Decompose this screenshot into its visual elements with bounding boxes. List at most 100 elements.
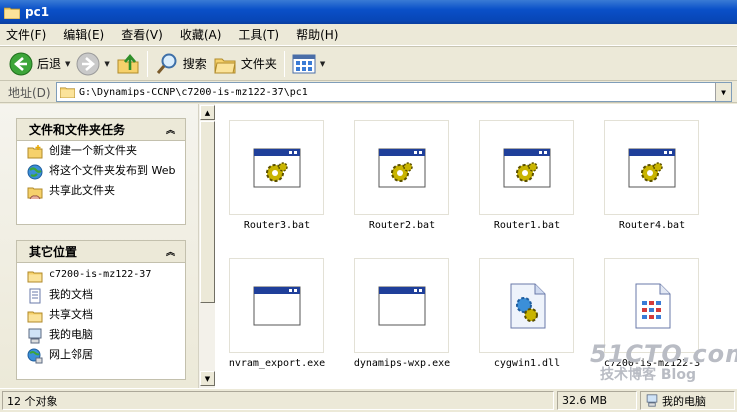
scroll-up-button[interactable]: ▲ <box>200 105 215 120</box>
back-arrow-icon <box>9 52 33 75</box>
chevron-down-icon[interactable]: ▼ <box>104 60 109 68</box>
chevron-down-icon: ▼ <box>204 374 211 383</box>
folder-icon <box>27 271 43 283</box>
share-folder-icon <box>27 187 43 200</box>
batch-file-icon <box>628 148 675 187</box>
file-list: Router3.bat Router2.bat Router1.bat Rout… <box>215 104 737 388</box>
menu-bar: 文件(F) 编辑(E) 查看(V) 收藏(A) 工具(T) 帮助(H) <box>0 24 737 46</box>
task-publish-web[interactable]: 将这个文件夹发布到 Web <box>17 161 185 181</box>
batch-file-icon <box>503 148 550 187</box>
publish-web-icon <box>27 164 43 180</box>
address-input[interactable]: G:\Dynamips-CCNP\c7200-is-mz122-37\pc1 ▼ <box>56 82 732 102</box>
folders-icon <box>214 58 236 73</box>
task-share-folder-label: 共享此文件夹 <box>49 184 115 197</box>
my-computer-icon <box>28 328 42 344</box>
left-pane-scrollbar[interactable]: ▲ ▼ <box>198 104 215 388</box>
file-thumbnail <box>479 258 574 353</box>
file-tasks-panel: 文件和文件夹任务 ︽ 创建一个新文件夹 将这个文件夹发布到 Web 共享此文件夹 <box>16 118 186 225</box>
place-shared-documents[interactable]: 共享文档 <box>17 305 185 325</box>
menu-view[interactable]: 查看(V) <box>121 26 163 43</box>
status-size-text: 32.6 MB <box>562 394 608 407</box>
file-thumbnail <box>604 258 699 353</box>
search-button[interactable]: 搜索 <box>152 50 210 78</box>
task-pane: 文件和文件夹任务 ︽ 创建一个新文件夹 将这个文件夹发布到 Web 共享此文件夹 <box>0 104 198 388</box>
dll-file-icon <box>510 283 545 328</box>
file-item[interactable]: Router2.bat <box>340 104 460 231</box>
menu-edit[interactable]: 编辑(E) <box>63 26 104 43</box>
place-parent-label: c7200-is-mz122-37 <box>49 269 152 280</box>
toolbar-separator <box>146 50 148 77</box>
collapse-chevron-icon[interactable]: ︽ <box>166 245 175 258</box>
place-network-label: 网上邻居 <box>49 348 93 361</box>
file-item[interactable]: c7200-is-mz122-3 <box>590 242 710 369</box>
network-places-icon <box>27 348 43 364</box>
batch-file-icon <box>378 148 425 187</box>
file-thumbnail <box>604 120 699 215</box>
status-size: 32.6 MB <box>557 391 637 410</box>
place-my-computer-label: 我的电脑 <box>49 328 93 341</box>
file-thumbnail <box>354 120 449 215</box>
file-name: Router2.bat <box>368 220 436 231</box>
place-my-documents[interactable]: 我的文档 <box>17 285 185 305</box>
file-item[interactable]: nvram_export.exe <box>215 242 335 369</box>
place-network[interactable]: 网上邻居 <box>17 345 185 365</box>
status-location-text: 我的电脑 <box>662 394 706 408</box>
folder-icon <box>60 87 75 98</box>
views-button[interactable]: ▼ <box>289 50 328 78</box>
file-name: nvram_export.exe <box>228 358 326 369</box>
place-shared-documents-label: 共享文档 <box>49 308 93 321</box>
menu-help[interactable]: 帮助(H) <box>296 26 338 43</box>
folders-label: 文件夹 <box>240 57 277 71</box>
file-name: Router3.bat <box>243 220 311 231</box>
address-bar: 地址(D) G:\Dynamips-CCNP\c7200-is-mz122-37… <box>0 81 737 103</box>
file-item[interactable]: Router3.bat <box>215 104 335 231</box>
folder-icon <box>4 7 20 19</box>
scroll-down-button[interactable]: ▼ <box>200 371 215 386</box>
toolbar-separator <box>283 50 285 77</box>
file-thumbnail <box>229 120 324 215</box>
window-title: pc1 <box>25 5 50 19</box>
back-label: 后退 <box>37 57 62 71</box>
search-icon <box>156 53 177 74</box>
task-new-folder[interactable]: 创建一个新文件夹 <box>17 141 185 161</box>
forward-arrow-icon <box>76 52 100 75</box>
status-bar: 12 个对象 32.6 MB 我的电脑 <box>0 388 737 412</box>
scroll-thumb[interactable] <box>200 121 215 303</box>
file-item[interactable]: cygwin1.dll <box>465 242 585 369</box>
title-bar[interactable]: pc1 <box>0 0 737 24</box>
my-computer-icon <box>646 394 658 407</box>
chevron-down-icon[interactable]: ▼ <box>65 60 70 68</box>
status-count-text: 12 个对象 <box>7 394 58 408</box>
search-label: 搜索 <box>182 57 207 71</box>
menu-file[interactable]: 文件(F) <box>6 26 46 43</box>
my-documents-icon <box>29 288 41 304</box>
chevron-down-icon[interactable]: ▼ <box>320 60 325 68</box>
new-folder-icon <box>27 145 43 159</box>
file-item[interactable]: dynamips-wxp.exe <box>340 242 460 369</box>
shared-documents-icon <box>27 311 43 323</box>
menu-tools[interactable]: 工具(T) <box>238 26 279 43</box>
place-my-computer[interactable]: 我的电脑 <box>17 325 185 345</box>
address-dropdown-button[interactable]: ▼ <box>715 83 731 101</box>
toolbar: 后退 ▼ ▼ 搜索 文件夹 ▼ <box>0 46 737 81</box>
file-name: cygwin1.dll <box>493 358 561 369</box>
chevron-down-icon: ▼ <box>721 87 726 97</box>
up-folder-button[interactable] <box>113 50 143 78</box>
task-publish-web-label: 将这个文件夹发布到 Web <box>49 164 176 177</box>
file-item[interactable]: Router4.bat <box>590 104 710 231</box>
other-places-panel: 其它位置 ︽ c7200-is-mz122-37 我的文档 共享文档 我的电脑 … <box>16 240 186 380</box>
folders-button[interactable]: 文件夹 <box>210 50 280 78</box>
back-button[interactable]: 后退 ▼ <box>6 50 73 78</box>
menu-favorites[interactable]: 收藏(A) <box>180 26 222 43</box>
task-new-folder-label: 创建一个新文件夹 <box>49 144 137 157</box>
address-label: 地址(D) <box>8 86 51 100</box>
file-tasks-header[interactable]: 文件和文件夹任务 ︽ <box>17 119 185 141</box>
collapse-chevron-icon[interactable]: ︽ <box>166 123 175 136</box>
status-location: 我的电脑 <box>640 391 735 410</box>
other-places-title: 其它位置 <box>29 245 78 259</box>
forward-button[interactable]: ▼ <box>73 50 112 78</box>
other-places-header[interactable]: 其它位置 ︽ <box>17 241 185 263</box>
file-item[interactable]: Router1.bat <box>465 104 585 231</box>
task-share-folder[interactable]: 共享此文件夹 <box>17 181 185 201</box>
place-parent-folder[interactable]: c7200-is-mz122-37 <box>17 263 185 285</box>
